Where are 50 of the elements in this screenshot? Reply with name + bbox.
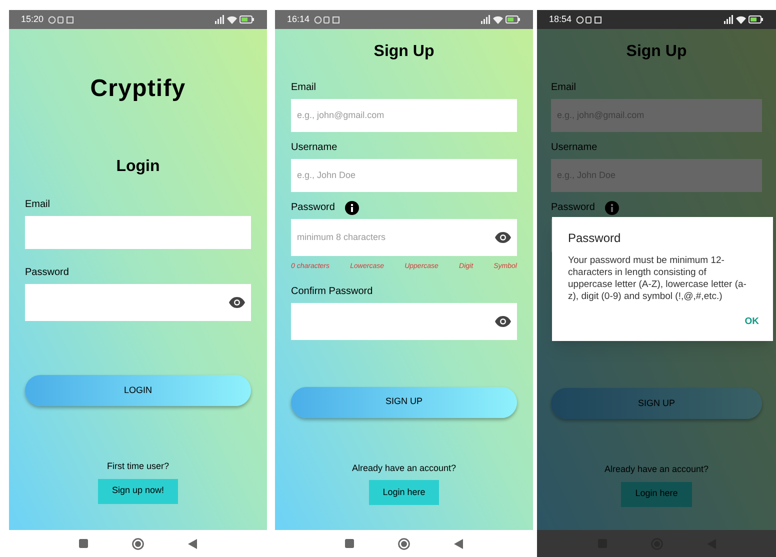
signal-wifi-battery-icons-drawing [215,15,255,24]
input-field[interactable]: e.g., John Doe [291,159,517,192]
status-time: 16:14 [287,12,310,26]
primary-button[interactable]: LOGIN [25,375,251,406]
recent-apps-icon[interactable] [79,539,88,548]
signal-wifi-battery-icons-drawing [481,15,521,24]
info-icon[interactable] [344,200,359,214]
footer-prompt: First time user? [106,460,170,473]
screen-heading: Login [115,157,161,177]
field-label: Email [25,198,50,212]
field-label: Username [291,141,338,155]
primary-button[interactable]: SIGN UP [291,386,517,418]
status-time: 15:20 [21,12,44,26]
field-label: Password [25,266,69,280]
home-icon[interactable] [398,538,410,550]
dialog-title: Password [568,230,622,247]
home-icon[interactable] [132,538,144,550]
footer-button[interactable]: Sign up now! [98,478,178,504]
footer-prompt: Already have an account? [350,462,458,475]
eye-icon[interactable] [229,297,245,308]
field-label: Confirm Password [291,284,373,298]
notification-icons-drawing [576,16,602,24]
input-field[interactable] [291,302,517,340]
footer-button[interactable]: Login here [368,480,440,505]
ok-button[interactable]: OK [742,315,761,330]
footer-button[interactable]: Login here [621,482,692,506]
back-icon[interactable] [454,538,463,548]
field-label: Password [291,201,335,215]
field-label: Username [551,141,598,155]
field-label: Password [551,201,595,215]
status-time: 18:54 [549,12,572,26]
field-label: Email [291,81,316,95]
input-field[interactable] [25,284,251,321]
notification-icons-drawing [314,16,340,24]
notification-icons-drawing [48,16,74,24]
screen-heading: Sign Up [625,42,688,62]
screen-heading: Sign Up [372,42,436,62]
primary-button[interactable]: SIGN UP [551,388,762,419]
input-field[interactable]: minimum 8 characters [291,219,517,256]
field-label: Email [551,81,576,95]
back-icon[interactable] [188,538,197,548]
dialog-message: Your password must be minimum 12-characters in length consisting of uppercase letter (A-Z), lowercase letter (a-z), digit (0-9) and symbol (!,@,#,etc.) [568,255,748,303]
eye-icon[interactable] [495,316,511,326]
eye-icon[interactable] [495,232,511,243]
input-field[interactable]: e.g., john@gmail.com [291,99,517,132]
recent-apps-icon[interactable] [345,539,354,548]
footer-prompt: Already have an account? [603,463,710,476]
input-field[interactable] [25,216,251,249]
app-title: Cryptify [89,74,187,104]
signal-wifi-battery-icons-drawing [724,15,764,24]
